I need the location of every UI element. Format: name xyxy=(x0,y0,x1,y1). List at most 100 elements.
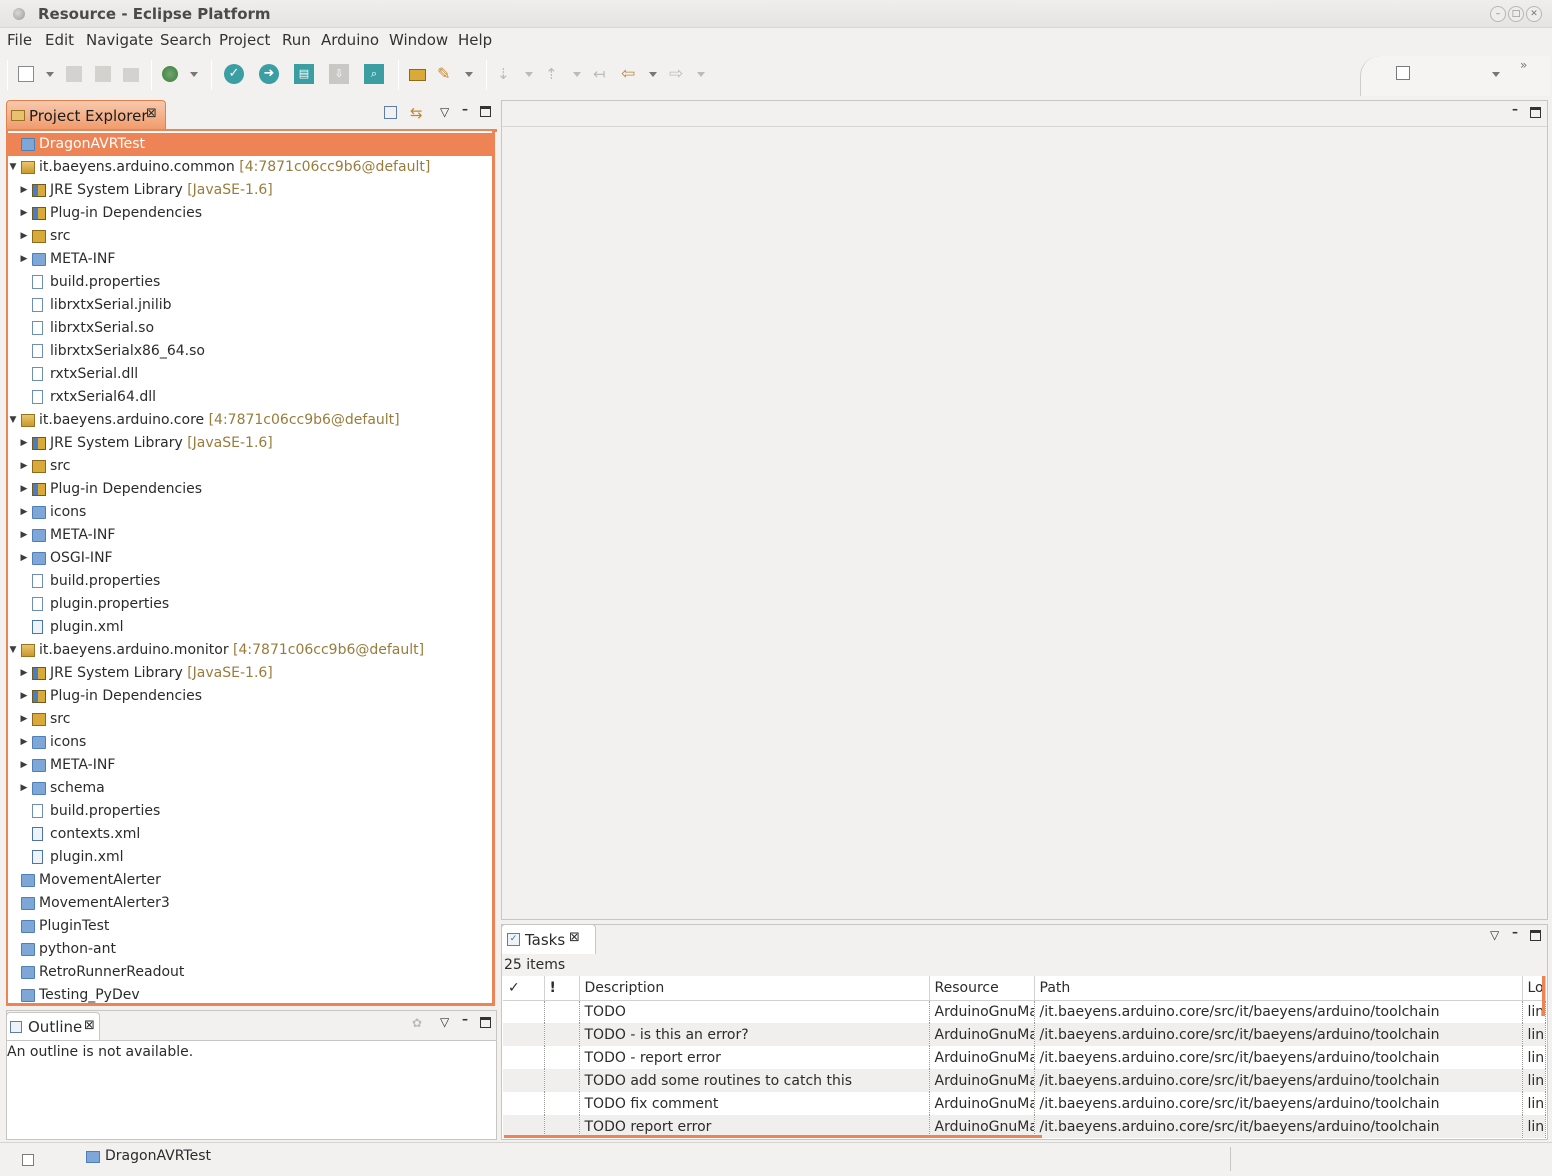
expanded-twisty-icon[interactable]: ▼ xyxy=(8,156,18,179)
maximize-view-icon[interactable] xyxy=(480,106,491,117)
perspective-dropdown-icon[interactable] xyxy=(1492,72,1500,77)
tree-item[interactable]: ▶ Plug-in Dependencies xyxy=(8,202,492,225)
collapsed-twisty-icon[interactable]: ▶ xyxy=(19,662,29,685)
tree-item[interactable]: build.properties xyxy=(8,570,492,593)
tree-item[interactable]: ▶ schema xyxy=(8,777,492,800)
tab-tasks[interactable]: ✓ Tasks ⊠ xyxy=(501,924,596,954)
table-row[interactable]: TODO - report error ArduinoGnuMa/it.baeye… xyxy=(503,1046,1546,1069)
menu-search[interactable]: Search xyxy=(160,31,212,49)
tree-item[interactable]: ▶ META-INF xyxy=(8,524,492,547)
link-with-editor-icon[interactable]: ⇆ xyxy=(410,104,423,122)
fast-view-icon[interactable] xyxy=(22,1154,34,1166)
previous-annotation-dropdown-icon[interactable] xyxy=(573,72,581,77)
forward-dropdown-icon[interactable] xyxy=(697,72,705,77)
view-menu-icon[interactable]: ▽ xyxy=(1490,928,1499,942)
open-folder-icon[interactable] xyxy=(409,69,426,81)
tree-item[interactable]: PluginTest xyxy=(8,915,492,938)
tree-item[interactable]: RetroRunnerReadout xyxy=(8,961,492,984)
collapsed-twisty-icon[interactable]: ▶ xyxy=(19,524,29,547)
upload-icon[interactable]: ➜ xyxy=(259,64,279,84)
tree-item[interactable]: rxtxSerial64.dll xyxy=(8,386,492,409)
collapsed-twisty-icon[interactable]: ▶ xyxy=(19,478,29,501)
open-perspective-icon[interactable] xyxy=(1396,66,1410,80)
tree-item[interactable]: ▶ Plug-in Dependencies xyxy=(8,478,492,501)
task-priority-cell[interactable] xyxy=(544,1000,580,1023)
menu-project[interactable]: Project xyxy=(219,31,270,49)
menu-file[interactable]: File xyxy=(7,31,32,49)
tree-item[interactable]: rxtxSerial.dll xyxy=(8,363,492,386)
collapsed-twisty-icon[interactable]: ▶ xyxy=(19,754,29,777)
next-annotation-icon[interactable]: ⇣ xyxy=(497,64,517,84)
tree-item[interactable]: ▶ src xyxy=(8,225,492,248)
tree-item[interactable]: ▶ Plug-in Dependencies xyxy=(8,685,492,708)
tree-item[interactable]: librxtxSerialx86_64.so xyxy=(8,340,492,363)
minimize-view-icon[interactable]: – xyxy=(462,1012,468,1026)
run-dropdown-icon[interactable] xyxy=(190,72,198,77)
column-priority[interactable]: ! xyxy=(544,976,580,1001)
print-icon[interactable] xyxy=(123,68,139,82)
column-description[interactable]: Description xyxy=(579,976,930,1001)
tree-item[interactable]: ▶ JRE System Library [JavaSE-1.6] xyxy=(8,432,492,455)
menu-window[interactable]: Window xyxy=(389,31,448,49)
table-row[interactable]: TODO - is this an error? ArduinoGnuMa/it.… xyxy=(503,1023,1546,1046)
task-priority-cell[interactable] xyxy=(544,1046,580,1069)
tree-item[interactable]: plugin.xml xyxy=(8,616,492,639)
column-resource[interactable]: Resource xyxy=(929,976,1035,1001)
new-dropdown-icon[interactable] xyxy=(46,72,54,77)
tree-item[interactable]: ▼ it.baeyens.arduino.monitor [4:7871c06cc… xyxy=(8,639,492,662)
task-priority-cell[interactable] xyxy=(544,1092,580,1115)
collapsed-twisty-icon[interactable]: ▶ xyxy=(19,248,29,271)
collapsed-twisty-icon[interactable]: ▶ xyxy=(19,179,29,202)
collapse-all-icon[interactable] xyxy=(384,106,397,119)
back-dropdown-icon[interactable] xyxy=(649,72,657,77)
task-completed-cell[interactable] xyxy=(503,1069,545,1092)
search-run-icon[interactable] xyxy=(162,66,178,82)
minimize-view-icon[interactable]: – xyxy=(1512,925,1518,939)
expanded-twisty-icon[interactable]: ▼ xyxy=(8,409,18,432)
view-menu-icon[interactable]: ▽ xyxy=(440,1015,449,1029)
tree-item[interactable]: DragonAVRTest xyxy=(8,133,492,156)
verify-icon[interactable]: ✓ xyxy=(224,64,244,84)
save-all-icon[interactable] xyxy=(95,66,111,82)
tasks-vertical-scrollbar[interactable] xyxy=(1542,976,1545,1016)
tree-item[interactable]: ▶ META-INF xyxy=(8,754,492,777)
tasks-horizontal-scrollbar[interactable] xyxy=(504,1135,1042,1138)
collapsed-twisty-icon[interactable]: ▶ xyxy=(19,432,29,455)
task-completed-cell[interactable] xyxy=(503,1023,545,1046)
tree-item[interactable]: MovementAlerter xyxy=(8,869,492,892)
task-priority-cell[interactable] xyxy=(544,1069,580,1092)
tree-item[interactable]: Testing_PyDev xyxy=(8,984,492,1003)
menu-run[interactable]: Run xyxy=(282,31,311,49)
collapsed-twisty-icon[interactable]: ▶ xyxy=(19,202,29,225)
collapsed-twisty-icon[interactable]: ▶ xyxy=(19,501,29,524)
new-file-icon[interactable] xyxy=(18,66,34,82)
collapsed-twisty-icon[interactable]: ▶ xyxy=(19,225,29,248)
table-row[interactable]: TODO add some routines to catch this Ardu… xyxy=(503,1069,1546,1092)
tree-item[interactable]: build.properties xyxy=(8,271,492,294)
minimize-editor-icon[interactable]: – xyxy=(1512,102,1518,116)
task-completed-cell[interactable] xyxy=(503,1046,545,1069)
serial-monitor-icon[interactable]: ⌕ xyxy=(364,64,384,84)
tree-item[interactable]: librxtxSerial.jnilib xyxy=(8,294,492,317)
last-edit-icon[interactable]: ↤ xyxy=(593,64,613,84)
new-sketch-icon[interactable]: ▤ xyxy=(294,64,314,84)
task-priority-cell[interactable] xyxy=(544,1023,580,1046)
tree-item[interactable]: contexts.xml xyxy=(8,823,492,846)
tree-item[interactable]: ▶ OSGI-INF xyxy=(8,547,492,570)
menu-arduino[interactable]: Arduino xyxy=(321,31,379,49)
tree-item[interactable]: plugin.properties xyxy=(8,593,492,616)
tree-item[interactable]: build.properties xyxy=(8,800,492,823)
tree-item[interactable]: ▶ src xyxy=(8,708,492,731)
pen-icon[interactable]: ✎ xyxy=(437,64,457,84)
tab-outline[interactable]: Outline ⊠ xyxy=(6,1012,100,1041)
tree-item[interactable]: librxtxSerial.so xyxy=(8,317,492,340)
previous-annotation-icon[interactable]: ⇡ xyxy=(545,64,565,84)
minimize-view-icon[interactable]: – xyxy=(462,102,468,116)
collapsed-twisty-icon[interactable]: ▶ xyxy=(19,547,29,570)
forward-icon[interactable]: ⇨ xyxy=(669,64,689,84)
menu-navigate[interactable]: Navigate xyxy=(86,31,153,49)
tree-item[interactable]: ▼ it.baeyens.arduino.common [4:7871c06cc9… xyxy=(8,156,492,179)
perspective-overflow-icon[interactable]: » xyxy=(1520,58,1527,72)
maximize-window-button[interactable]: □ xyxy=(1508,6,1524,22)
collapsed-twisty-icon[interactable]: ▶ xyxy=(19,731,29,754)
